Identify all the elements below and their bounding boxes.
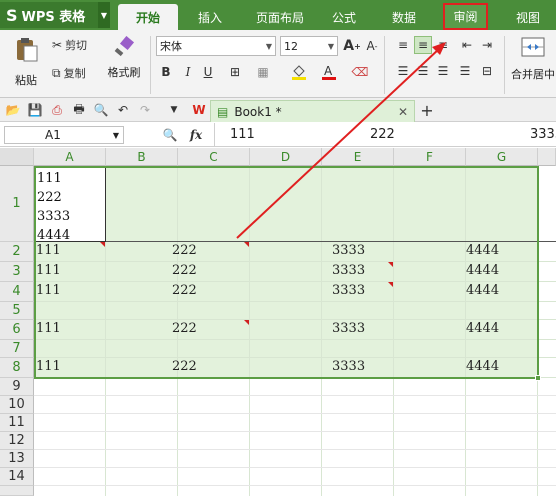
annotation-arrow bbox=[236, 42, 446, 239]
